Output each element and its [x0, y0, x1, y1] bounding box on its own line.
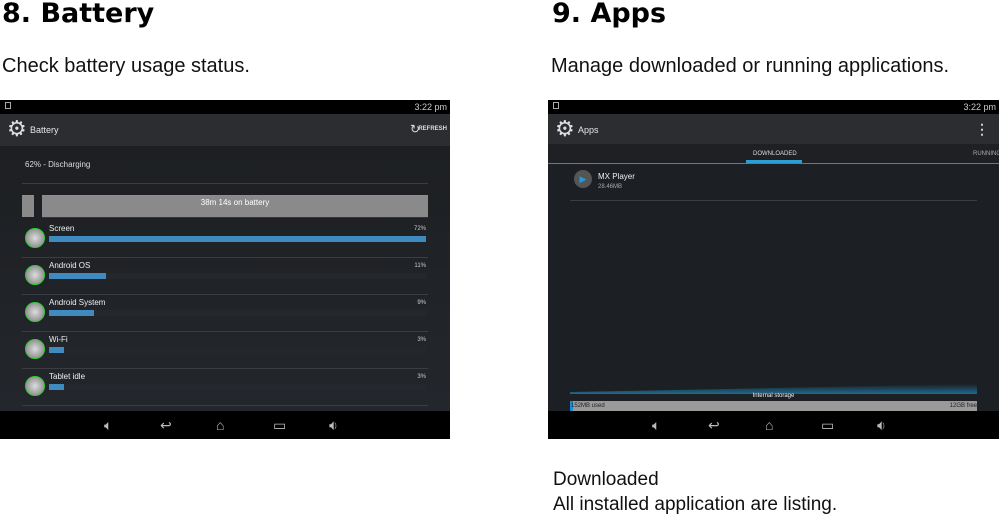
- usage-bar: [49, 384, 426, 390]
- tab-bar: DOWNLOADED RUNNING: [548, 144, 999, 164]
- storage-used: 152MB used: [571, 403, 605, 409]
- nav-bar: 🔈︎ ↩ ⌂ ▭ 🔉︎: [0, 411, 450, 439]
- usage-bar: [49, 236, 426, 242]
- status-bar: 3:22 pm: [548, 100, 999, 114]
- status-time: 3:22 pm: [963, 102, 996, 112]
- tab-running[interactable]: RUNNING: [973, 151, 999, 157]
- apps-screenshot: 3:22 pm ⚙ Apps ⋮ DOWNLOADED RUNNING ▶ MX…: [548, 100, 999, 439]
- usage-bar-fill: [49, 236, 426, 242]
- app-name: MX Player: [598, 172, 635, 181]
- tab-downloaded[interactable]: DOWNLOADED: [753, 151, 797, 157]
- volume-down-icon[interactable]: 🔈︎: [652, 417, 660, 434]
- nav-bar: 🔈︎ ↩ ⌂ ▭ 🔉︎: [548, 411, 999, 439]
- volume-up-icon[interactable]: 🔉︎: [329, 417, 338, 434]
- usage-label: Tablet idle: [49, 372, 86, 381]
- apps-description: Manage downloaded or running application…: [551, 55, 950, 77]
- usage-label: Screen: [49, 224, 75, 233]
- app-icon: [25, 265, 45, 285]
- app-icon: [25, 339, 45, 359]
- battery-description: Check battery usage status.: [2, 55, 250, 77]
- battery-heading: 8. Battery: [2, 0, 155, 29]
- usage-bar-fill: [49, 310, 95, 316]
- battery-usage-row[interactable]: Screen 72%: [22, 220, 428, 258]
- app-icon: [25, 228, 45, 248]
- action-bar: ⚙ Apps ⋮: [548, 114, 999, 144]
- overflow-menu-icon[interactable]: ⋮: [975, 121, 989, 138]
- settings-gear-icon[interactable]: ⚙: [555, 118, 577, 140]
- usage-percent: 72%: [413, 226, 426, 232]
- screen-title: Battery: [30, 125, 59, 135]
- app-icon: [25, 302, 45, 322]
- volume-down-icon[interactable]: 🔈︎: [104, 417, 112, 434]
- usage-label: Android System: [49, 298, 106, 307]
- battery-graph-segment: [22, 195, 34, 217]
- usage-percent: 9%: [417, 300, 426, 306]
- usage-bar-fill: [49, 347, 65, 353]
- usage-percent: 3%: [417, 374, 426, 380]
- recents-icon[interactable]: ▭: [273, 417, 286, 434]
- usage-bar-fill: [49, 273, 106, 279]
- storage-label: Internal storage: [752, 393, 795, 399]
- caption-downloaded: Downloaded: [553, 469, 659, 490]
- screen-title: Apps: [578, 125, 599, 135]
- caption-listing: All installed application are listing.: [553, 494, 838, 515]
- usage-bar: [49, 273, 426, 279]
- battery-graph: 38m 14s on battery: [42, 195, 428, 218]
- usage-label: Wi-Fi: [49, 335, 68, 344]
- action-bar: ⚙ Battery ↻ REFRESH: [0, 114, 450, 146]
- notification-icon: [5, 102, 11, 109]
- battery-usage-row[interactable]: Android OS 11%: [22, 257, 428, 295]
- mx-player-icon: ▶: [574, 170, 592, 188]
- back-icon[interactable]: ↩: [160, 417, 172, 434]
- app-list-item[interactable]: ▶ MX Player 28.46MB: [570, 166, 977, 201]
- home-icon[interactable]: ⌂: [216, 417, 224, 433]
- storage-free: 12GB free: [949, 403, 977, 409]
- status-bar: 3:22 pm: [0, 100, 450, 114]
- refresh-button[interactable]: REFRESH: [418, 126, 447, 132]
- usage-percent: 3%: [417, 337, 426, 343]
- battery-screenshot: 3:22 pm ⚙ Battery ↻ REFRESH 62% - Discha…: [0, 100, 450, 439]
- battery-usage-row[interactable]: Android System 9%: [22, 294, 428, 332]
- usage-bar: [49, 310, 426, 316]
- usage-bar: [49, 347, 426, 353]
- storage-bar: 152MB used 12GB free: [570, 401, 977, 411]
- recents-icon[interactable]: ▭: [821, 417, 834, 434]
- notification-icon: [553, 102, 559, 109]
- usage-bar-fill: [49, 384, 65, 390]
- status-time: 3:22 pm: [414, 102, 447, 112]
- tab-indicator: [746, 160, 802, 163]
- settings-gear-icon[interactable]: ⚙: [7, 118, 29, 140]
- app-icon: [25, 376, 45, 396]
- back-icon[interactable]: ↩: [708, 417, 720, 434]
- volume-up-icon[interactable]: 🔉︎: [877, 417, 886, 434]
- home-icon[interactable]: ⌂: [765, 417, 773, 433]
- battery-usage-row[interactable]: Wi-Fi 3%: [22, 331, 428, 369]
- battery-usage-row[interactable]: Tablet idle 3%: [22, 368, 428, 406]
- usage-label: Android OS: [49, 261, 91, 270]
- usage-percent: 11%: [414, 263, 426, 269]
- battery-status: 62% - Discharging: [25, 160, 91, 169]
- apps-heading: 9. Apps: [552, 0, 667, 29]
- app-size: 28.46MB: [598, 184, 623, 190]
